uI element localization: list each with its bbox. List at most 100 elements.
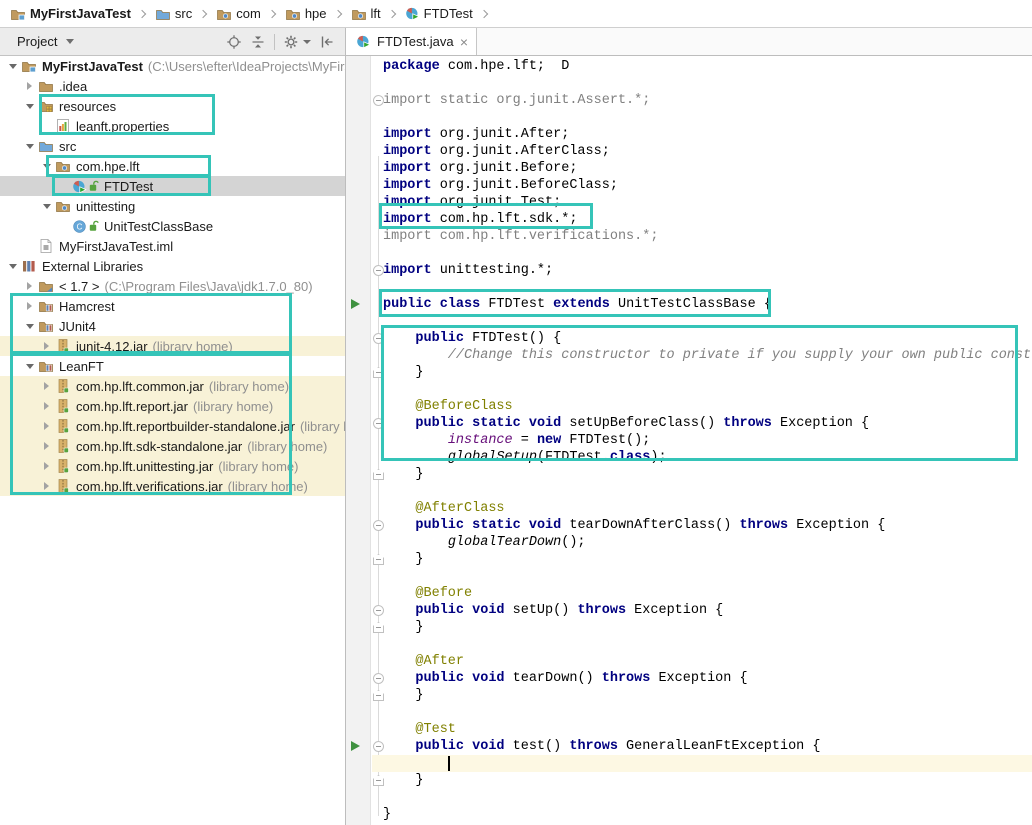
tree-collapse-arrow-icon[interactable] bbox=[40, 422, 53, 430]
code-line: package com.hpe.lft; D bbox=[383, 58, 1032, 75]
tree-expand-arrow-icon[interactable] bbox=[40, 204, 53, 209]
tree-row-com-hp-lft-reportbuilder-standalone-jar[interactable]: com.hp.lft.reportbuilder-standalone.jar(… bbox=[0, 416, 345, 436]
project-folder-icon bbox=[21, 58, 37, 74]
breadcrumb-item-src[interactable]: src bbox=[153, 6, 192, 22]
tree-row--1-7-[interactable]: < 1.7 >(C:\Program Files\Java\jdk1.7.0_8… bbox=[0, 276, 345, 296]
tree-expand-arrow-icon[interactable] bbox=[23, 324, 36, 329]
tree-expand-arrow-icon[interactable] bbox=[40, 164, 53, 169]
locate-icon[interactable] bbox=[226, 34, 242, 50]
tree-row-com-hp-lft-sdk-standalone-jar[interactable]: com.hp.lft.sdk-standalone.jar(library ho… bbox=[0, 436, 345, 456]
tree-collapse-arrow-icon[interactable] bbox=[40, 382, 53, 390]
tree-indent bbox=[0, 246, 23, 247]
tab-ftdtest-java[interactable]: FTDTest.java × bbox=[346, 28, 477, 55]
tree-expand-arrow-icon[interactable] bbox=[23, 364, 36, 369]
tree-row-label: unittesting bbox=[76, 199, 135, 214]
tree-collapse-arrow-icon[interactable] bbox=[40, 442, 53, 450]
tree-row-ftdtest[interactable]: FTDTest bbox=[0, 176, 345, 196]
fold-collapse-icon[interactable] bbox=[373, 265, 384, 276]
close-icon[interactable]: × bbox=[460, 35, 468, 49]
chevron-right-icon bbox=[199, 9, 207, 17]
tree-expand-arrow-icon[interactable] bbox=[23, 144, 36, 149]
hide-panel-icon[interactable] bbox=[319, 34, 335, 50]
project-panel-toolbar bbox=[226, 34, 339, 50]
fold-collapse-icon[interactable] bbox=[373, 605, 384, 616]
code-line: } bbox=[383, 806, 1032, 823]
breadcrumb-item-ftdtest[interactable]: FTDTest bbox=[403, 6, 473, 21]
tree-row-leanft[interactable]: LeanFT bbox=[0, 356, 345, 376]
tree-collapse-arrow-icon[interactable] bbox=[23, 82, 36, 90]
editor-surface[interactable]: package com.hpe.lft; D import static org… bbox=[346, 56, 1032, 825]
fold-collapse-icon[interactable] bbox=[373, 95, 384, 106]
tree-row-com-hp-lft-verifications-jar[interactable]: com.hp.lft.verifications.jar(library hom… bbox=[0, 476, 345, 496]
breadcrumb-item-myfirstjavatest[interactable]: MyFirstJavaTest bbox=[8, 6, 131, 22]
tree-row-leanft-properties[interactable]: leanft.properties bbox=[0, 116, 345, 136]
tree-indent bbox=[0, 126, 40, 127]
editor-tab-bar: FTDTest.java × bbox=[346, 28, 1032, 56]
project-panel-header: Project bbox=[0, 28, 345, 56]
project-tree: MyFirstJavaTest(C:\Users\efter\IdeaProje… bbox=[0, 56, 345, 825]
code-line: import org.junit.AfterClass; bbox=[383, 143, 1032, 160]
tree-row-label: com.hp.lft.sdk-standalone.jar bbox=[76, 439, 242, 454]
tree-expand-arrow-icon[interactable] bbox=[23, 104, 36, 109]
code-line: @BeforeClass bbox=[383, 398, 1032, 415]
code-area[interactable]: package com.hpe.lft; D import static org… bbox=[383, 58, 1032, 823]
tree-indent bbox=[0, 346, 40, 347]
code-line: import org.junit.BeforeClass; bbox=[383, 177, 1032, 194]
tree-row-com-hp-lft-unittesting-jar[interactable]: com.hp.lft.unittesting.jar(library home) bbox=[0, 456, 345, 476]
tree-row-com-hp-lft-report-jar[interactable]: com.hp.lft.report.jar(library home) bbox=[0, 396, 345, 416]
tree-row-myfirstjavatest-iml[interactable]: MyFirstJavaTest.iml bbox=[0, 236, 345, 256]
tree-row-unittestclassbase[interactable]: CUnitTestClassBase bbox=[0, 216, 345, 236]
tree-collapse-arrow-icon[interactable] bbox=[23, 302, 36, 310]
jar-icon bbox=[55, 378, 71, 394]
tree-row-resources[interactable]: resources bbox=[0, 96, 345, 116]
tree-row-detail: (library home) bbox=[300, 419, 345, 434]
run-test-arrow-icon[interactable] bbox=[351, 741, 360, 751]
breadcrumb-label: FTDTest bbox=[424, 6, 473, 21]
tree-row-label: src bbox=[59, 139, 76, 154]
run-test-arrow-icon[interactable] bbox=[351, 299, 360, 309]
code-line bbox=[383, 381, 1032, 398]
jar-icon bbox=[55, 418, 71, 434]
breadcrumb-item-hpe[interactable]: hpe bbox=[283, 6, 327, 22]
tree-row-label: MyFirstJavaTest bbox=[42, 59, 143, 74]
tree-row-external-libraries[interactable]: External Libraries bbox=[0, 256, 345, 276]
fold-collapse-icon[interactable] bbox=[373, 673, 384, 684]
tree-row-src[interactable]: src bbox=[0, 136, 345, 156]
tree-collapse-arrow-icon[interactable] bbox=[40, 402, 53, 410]
code-line: //Change this constructor to private if … bbox=[383, 347, 1032, 364]
chevron-right-icon bbox=[138, 9, 146, 17]
package-icon bbox=[285, 6, 301, 22]
code-line: public class FTDTest extends UnitTestCla… bbox=[383, 296, 1032, 313]
tree-row-com-hp-lft-common-jar[interactable]: com.hp.lft.common.jar(library home) bbox=[0, 376, 345, 396]
code-line: import com.hp.lft.verifications.*; bbox=[383, 228, 1032, 245]
tree-row-unittesting[interactable]: unittesting bbox=[0, 196, 345, 216]
svg-text:C: C bbox=[77, 222, 83, 231]
tree-row-junit4[interactable]: JUnit4 bbox=[0, 316, 345, 336]
fold-collapse-icon[interactable] bbox=[373, 520, 384, 531]
tree-expand-arrow-icon[interactable] bbox=[6, 264, 19, 269]
breadcrumb-label: MyFirstJavaTest bbox=[30, 6, 131, 21]
tree-row-hamcrest[interactable]: Hamcrest bbox=[0, 296, 345, 316]
fold-collapse-icon[interactable] bbox=[373, 333, 384, 344]
tree-collapse-arrow-icon[interactable] bbox=[40, 342, 53, 350]
tree-row-junit-4-12-jar[interactable]: junit-4.12.jar(library home) bbox=[0, 336, 345, 356]
tree-collapse-arrow-icon[interactable] bbox=[23, 282, 36, 290]
tree-collapse-arrow-icon[interactable] bbox=[40, 482, 53, 490]
tree-expand-arrow-icon[interactable] bbox=[6, 64, 19, 69]
settings-gear-icon[interactable] bbox=[283, 34, 311, 50]
breadcrumb-item-lft[interactable]: lft bbox=[349, 6, 381, 22]
tree-row-myfirstjavatest[interactable]: MyFirstJavaTest(C:\Users\efter\IdeaProje… bbox=[0, 56, 345, 76]
tree-row-label: JUnit4 bbox=[59, 319, 96, 334]
tree-collapse-arrow-icon[interactable] bbox=[40, 462, 53, 470]
fold-collapse-icon[interactable] bbox=[373, 418, 384, 429]
tree-indent bbox=[0, 466, 40, 467]
fold-collapse-icon[interactable] bbox=[373, 741, 384, 752]
code-line: public FTDTest() { bbox=[383, 330, 1032, 347]
tree-row-detail: (library home) bbox=[228, 479, 308, 494]
breadcrumb-item-com[interactable]: com bbox=[214, 6, 261, 22]
tree-row--idea[interactable]: .idea bbox=[0, 76, 345, 96]
project-view-selector[interactable]: Project bbox=[6, 32, 78, 51]
tree-row-com-hpe-lft[interactable]: com.hpe.lft bbox=[0, 156, 345, 176]
collapse-all-icon[interactable] bbox=[250, 34, 266, 50]
tree-row-label: com.hp.lft.common.jar bbox=[76, 379, 204, 394]
